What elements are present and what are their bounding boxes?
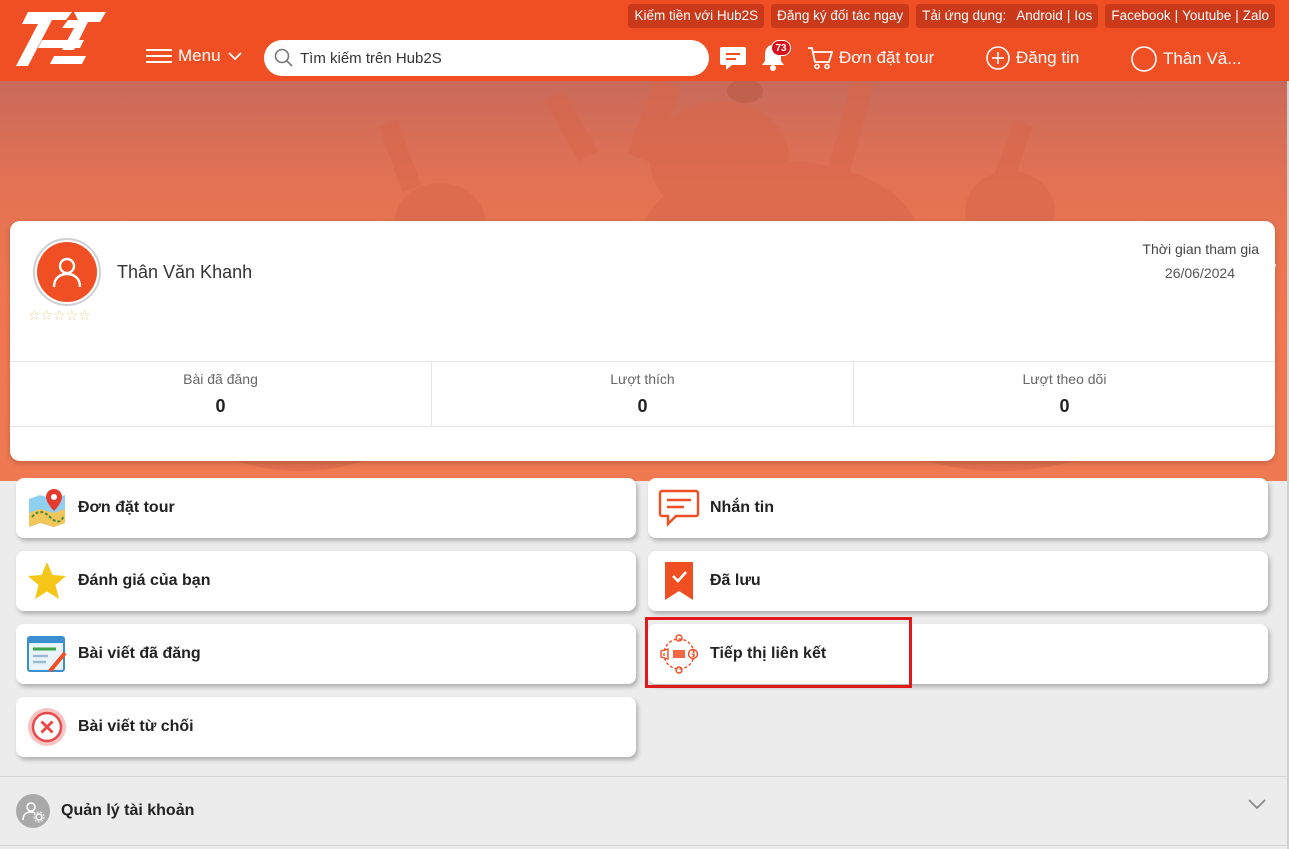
facebook-link[interactable]: Facebook	[1111, 4, 1170, 28]
post-label: Đăng tin	[1016, 48, 1080, 67]
stat-label: Lượt theo dõi	[1022, 371, 1107, 387]
tile-label: Bài viết từ chối	[78, 718, 194, 735]
tour-order-label: Đơn đặt tour	[839, 48, 935, 67]
tile-saved[interactable]: Đã lưu	[648, 551, 1268, 611]
tour-order-link[interactable]: Đơn đặt tour	[807, 46, 934, 70]
tile-label: Đơn đặt tour	[78, 499, 175, 516]
search-input[interactable]	[300, 49, 680, 67]
stat-value: 0	[1059, 396, 1070, 416]
tile-label: Đánh giá của bạn	[78, 572, 211, 589]
profile-card: ☆☆☆☆☆ Thân Văn Khanh Thời gian tham gia …	[10, 221, 1275, 461]
user-settings-icon	[16, 794, 50, 828]
plus-circle-icon	[986, 46, 1010, 70]
android-link[interactable]: Android	[1016, 4, 1063, 28]
account-management-section[interactable]: Quản lý tài khoản	[0, 776, 1287, 846]
earn-link[interactable]: Kiếm tiền với Hub2S	[628, 4, 765, 28]
hub2s-logo[interactable]	[14, 10, 108, 68]
bookmark-icon	[657, 559, 701, 603]
tile-tour-orders[interactable]: Đơn đặt tour	[16, 478, 636, 538]
affiliate-highlight-box	[645, 617, 912, 688]
rejected-x-icon	[25, 705, 69, 749]
stat-value: 0	[215, 396, 226, 416]
separator: |	[1235, 8, 1239, 23]
document-edit-icon	[25, 632, 69, 676]
user-menu[interactable]: Thân Vă...	[1131, 46, 1241, 72]
search-bar[interactable]	[264, 40, 709, 76]
tile-label: Đã lưu	[710, 572, 761, 589]
stat-value: 0	[637, 396, 648, 416]
user-avatar-icon	[1131, 46, 1157, 72]
user-icon	[52, 257, 82, 288]
menu-label: Menu	[178, 46, 221, 65]
profile-stats: Bài đã đăng 0 Lượt thích 0 Lượt theo dõi…	[10, 361, 1275, 427]
message-icon	[657, 486, 701, 530]
avatar-circle	[37, 242, 97, 302]
user-name: Thân Văn Khanh	[117, 262, 253, 282]
stat-label: Bài đã đăng	[183, 371, 258, 387]
chevron-down-icon	[227, 52, 242, 61]
tile-reviews[interactable]: Đánh giá của bạn	[16, 551, 636, 611]
map-pin-icon	[25, 486, 69, 530]
tile-label: Nhắn tin	[710, 499, 774, 516]
account-management-label: Quản lý tài khoản	[61, 802, 195, 819]
stat-followers: Lượt theo dõi 0	[854, 362, 1275, 426]
user-name-short: Thân Vă...	[1163, 49, 1242, 68]
post-link[interactable]: Đăng tin	[986, 46, 1079, 70]
hamburger-icon	[146, 49, 172, 63]
top-links: Kiếm tiền với Hub2S Đăng ký đối tác ngay…	[628, 4, 1275, 28]
join-date: 26/06/2024	[1164, 265, 1235, 281]
menu-button[interactable]: Menu	[146, 46, 243, 66]
app-download-links: Tải ứng dụng: Android | Ios	[916, 4, 1099, 28]
stat-posts: Bài đã đăng 0	[10, 362, 432, 426]
tile-messages[interactable]: Nhắn tin	[648, 478, 1268, 538]
search-icon	[274, 48, 293, 67]
star-icon	[25, 559, 69, 603]
social-links: Facebook | Youtube | Zalo	[1105, 4, 1275, 28]
stat-label: Lượt thích	[610, 371, 675, 387]
separator: |	[1174, 8, 1179, 23]
join-time-label: Thời gian tham gia	[1142, 241, 1259, 257]
tile-label: Bài viết đã đăng	[78, 645, 201, 662]
avatar[interactable]	[33, 238, 101, 306]
partner-register-link[interactable]: Đăng ký đối tác ngay	[771, 4, 910, 28]
zalo-link[interactable]: Zalo	[1243, 4, 1269, 28]
tile-posts[interactable]: Bài viết đã đăng	[16, 624, 636, 684]
ios-link[interactable]: Ios	[1074, 4, 1092, 28]
tile-rejected[interactable]: Bài viết từ chối	[16, 697, 636, 757]
chevron-down-icon[interactable]	[1247, 797, 1267, 811]
stat-likes: Lượt thích 0	[432, 362, 854, 426]
rating-stars: ☆☆☆☆☆	[28, 307, 91, 323]
chat-icon[interactable]	[719, 44, 747, 77]
app-download-label: Tải ứng dụng:	[922, 8, 1007, 23]
youtube-link[interactable]: Youtube	[1182, 4, 1231, 28]
top-header: Kiếm tiền với Hub2S Đăng ký đối tác ngay…	[0, 0, 1289, 81]
cart-icon	[808, 47, 833, 70]
notification-badge: 73	[771, 40, 791, 56]
separator: |	[1066, 8, 1071, 23]
